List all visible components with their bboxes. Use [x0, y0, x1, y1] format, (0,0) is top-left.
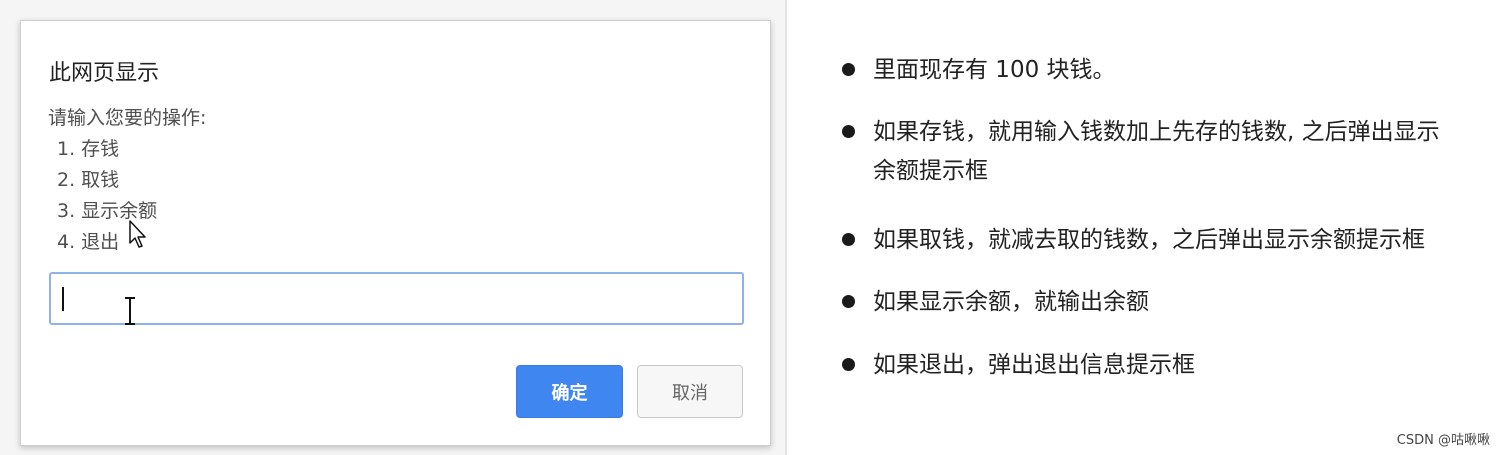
dialog-prompt-text: 请输入您要的操作: — [48, 107, 207, 129]
option-withdraw: 2. 取钱 — [57, 169, 120, 191]
cancel-button[interactable]: 取消 — [637, 365, 743, 418]
option-deposit: 1. 存钱 — [57, 138, 120, 160]
bullet-icon — [842, 358, 855, 371]
dialog-title: 此网页显示 — [49, 61, 160, 86]
note-line: 如果取钱，就减去取的钱数，之后弹出显示余额提示框 — [873, 227, 1425, 253]
dialog-backdrop: 此网页显示 请输入您要的操作: 1. 存钱 2. 取钱 3. 显示余额 4. 退… — [0, 0, 787, 455]
backdrop-edge — [785, 0, 787, 455]
note-text: 如果取钱，就减去取的钱数，之后弹出显示余额提示框 — [873, 222, 1425, 258]
note-line: 如果存钱，就用输入钱数加上先存的钱数, 之后弹出显示 — [873, 119, 1440, 145]
text-cursor-icon — [125, 297, 135, 325]
bullet-icon — [842, 125, 855, 138]
text-caret — [62, 287, 64, 311]
bullet-icon — [842, 63, 855, 76]
arrow-cursor-icon — [129, 220, 146, 248]
note-line: 余额提示框 — [873, 158, 988, 184]
note-line: 里面现存有 100 块钱。 — [873, 57, 1116, 83]
note-line: 如果显示余额，就输出余额 — [873, 289, 1149, 315]
bullet-icon — [842, 233, 855, 246]
prompt-input[interactable] — [49, 272, 744, 325]
prompt-dialog: 此网页显示 请输入您要的操作: 1. 存钱 2. 取钱 3. 显示余额 4. 退… — [20, 20, 771, 446]
bullet-icon — [842, 295, 855, 308]
note-text: 里面现存有 100 块钱。 — [873, 52, 1116, 88]
note-text: 如果存钱，就用输入钱数加上先存的钱数, 之后弹出显示 余额提示框 — [873, 114, 1440, 189]
watermark: CSDN @咕啾啾 — [1396, 433, 1490, 448]
note-text: 如果退出，弹出退出信息提示框 — [873, 347, 1195, 383]
note-line: 如果退出，弹出退出信息提示框 — [873, 352, 1195, 378]
note-text: 如果显示余额，就输出余额 — [873, 284, 1149, 320]
ok-button[interactable]: 确定 — [516, 365, 623, 418]
